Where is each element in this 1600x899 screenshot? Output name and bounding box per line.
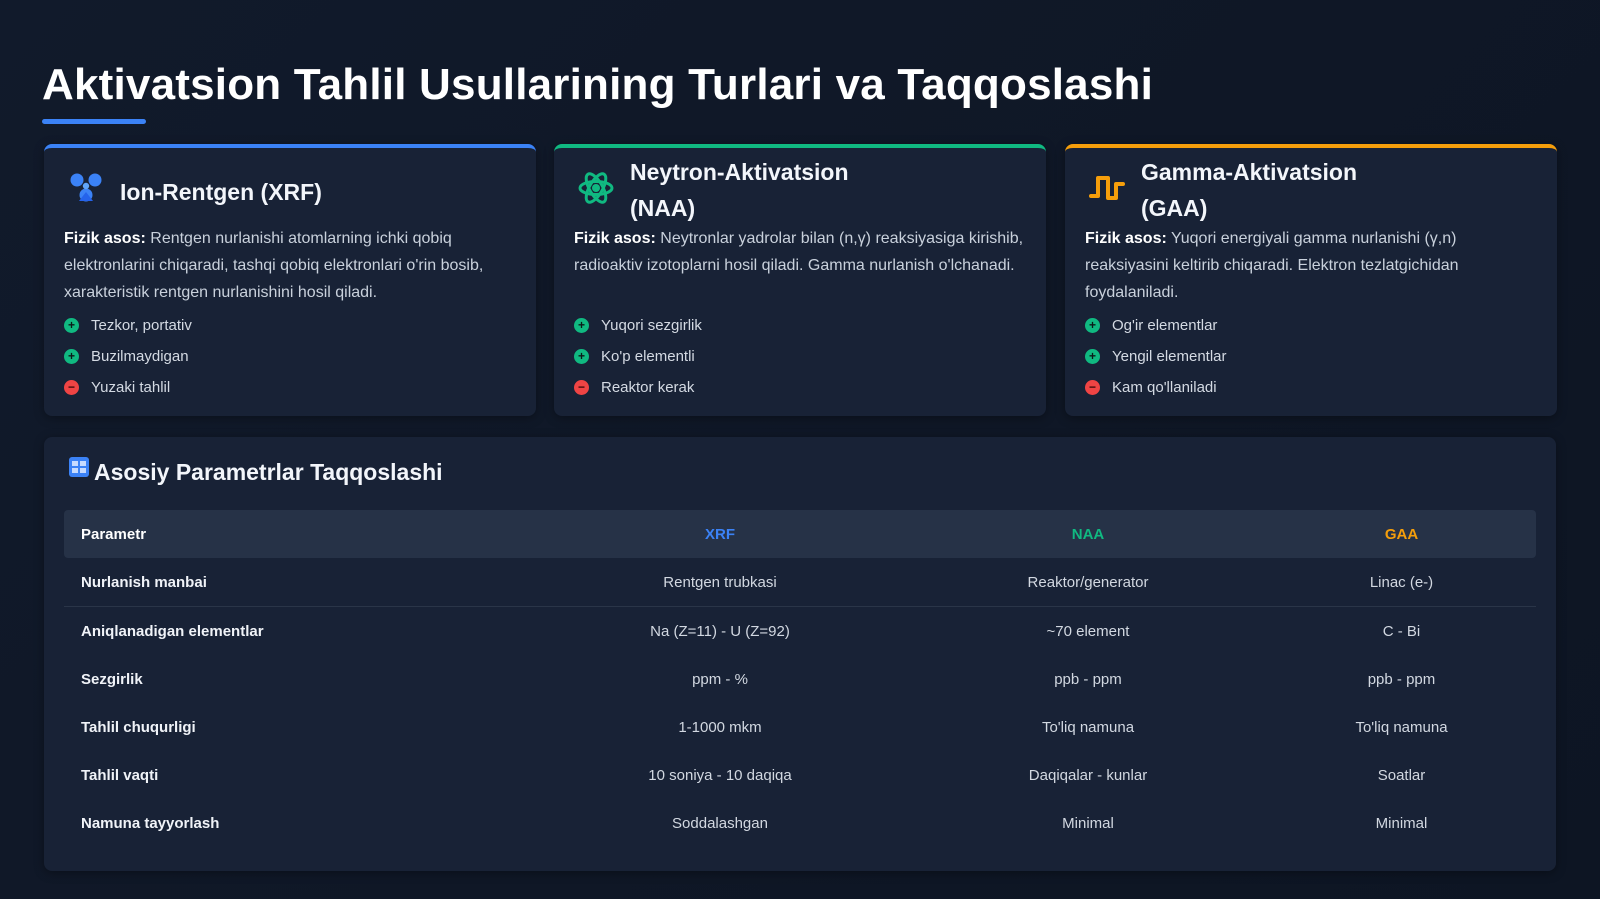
cell-xrf: Na (Z=11) - U (Z=92) [650,622,790,640]
plus-circle-icon: + [574,318,589,333]
feature-text: Yengil elementlar [1112,348,1227,365]
feature-list: + Og'ir elementlar + Yengil elementlar − Ka… [1085,310,1227,403]
cell-gaa: Linac (e-) [1267,558,1536,607]
method-card-naa: Neytron-Aktivatsion (NAA) Fizik asos: Ne… [554,144,1046,416]
feature-item: + Ko'p elementli [574,341,702,372]
cell-naa: Reaktor/generator [909,558,1267,607]
comparison-title: Asosiy Parametrlar Taqqoslashi [94,459,443,485]
card-description: Fizik asos: Neytronlar yadrolar bilan (n… [574,225,1030,279]
feature-text: Tezkor, portativ [91,317,192,334]
table-row: Tahlil chuqurligi 1-1000 mkm To'liq namu… [64,703,1536,751]
header-xrf: XRF [531,510,909,558]
cell-gaa: Minimal [1375,814,1428,832]
feature-list: + Tezkor, portativ + Buzilmaydigan − Yuzaki… [64,310,192,403]
cell-naa: ~70 element [1046,622,1130,640]
cell-gaa: Soatlar [1377,766,1426,784]
cell-xrf: 10 soniya - 10 daqiqa [648,766,792,784]
card-title-line2: (GAA) [1141,195,1208,221]
feature-item: − Yuzaki tahlil [64,372,192,403]
description-label: Fizik asos: [64,230,146,247]
card-description: Fizik asos: Yuqori energiyali gamma nurl… [1085,225,1541,306]
row-label: Aniqlanadigan elementlar [81,622,264,640]
card-title-text: Ion-Rentgen (XRF) [120,179,322,205]
feature-item: + Yengil elementlar [1085,341,1227,372]
table-row: Sezgirlik ppm - % ppb - ppm ppb - ppm [64,655,1536,703]
title-underline [42,119,146,124]
feature-text: Ko'p elementli [601,348,695,365]
cell-naa: ppb - ppm [1054,670,1122,688]
description-label: Fizik asos: [574,230,656,247]
plus-circle-icon: + [574,349,589,364]
cell-xrf: Soddalashgan [672,814,768,832]
feature-text: Buzilmaydigan [91,348,189,365]
feature-item: + Og'ir elementlar [1085,310,1227,341]
description-label: Fizik asos: [1085,230,1167,247]
row-label: Nurlanish manbai [64,558,531,607]
cell-xrf: 1-1000 mkm [678,718,762,736]
row-label: Tahlil chuqurligi [81,718,196,736]
plus-circle-icon: + [64,349,79,364]
header-parametr: Parametr [64,510,531,558]
feature-text: Kam qo'llaniladi [1112,379,1217,396]
table-row: Aniqlanadigan elementlar Na (Z=11) - U (… [64,607,1536,656]
cell-gaa: To'liq namuna [1355,718,1448,736]
cell-naa: To'liq namuna [1041,718,1135,736]
feature-list: + Yuqori sezgirlik + Ko'p elementli − Reakt… [574,310,702,403]
card-title: Ion-Rentgen (XRF) [120,174,420,210]
plus-circle-icon: + [1085,318,1100,333]
table-row: Nurlanish manbai Rentgen trubkasi Reakto… [64,558,1536,607]
feature-text: Yuzaki tahlil [91,379,171,396]
method-card-gaa: Gamma-Aktivatsion (GAA) Fizik asos: Yuqo… [1065,144,1557,416]
feature-item: + Tezkor, portativ [64,310,192,341]
feature-text: Reaktor kerak [601,379,695,396]
card-title: Neytron-Aktivatsion (NAA) [630,154,930,226]
minus-circle-icon: − [1085,380,1100,395]
card-description: Fizik asos: Rentgen nurlanishi atomlarni… [64,225,520,306]
cell-naa: Minimal [1062,814,1114,832]
cell-gaa: C - Bi [1382,622,1421,640]
row-label: Namuna tayyorlash [81,814,220,832]
feature-text: Og'ir elementlar [1112,317,1218,334]
plus-circle-icon: + [1085,349,1100,364]
minus-circle-icon: − [574,380,589,395]
feature-item: − Reaktor kerak [574,372,702,403]
feature-item: + Buzilmaydigan [64,341,192,372]
cell-naa: Daqiqalar - kunlar [1028,766,1148,784]
header-naa: NAA [909,510,1267,558]
radiation-icon [70,173,102,202]
minus-circle-icon: − [64,380,79,395]
table-row: Tahlil vaqti 10 soniya - 10 daqiqa Daqiq… [64,751,1536,799]
wave-icon [1089,176,1125,200]
feature-text: Yuqori sezgirlik [601,317,702,334]
table-row: Namuna tayyorlash Soddalashgan Minimal M… [64,799,1536,847]
cell-xrf: Rentgen trubkasi [531,558,909,607]
plus-circle-icon: + [64,318,79,333]
card-title: Gamma-Aktivatsion (GAA) [1141,154,1441,226]
comparison-panel: Asosiy Parametrlar Taqqoslashi Parametr … [44,437,1556,871]
table-icon [69,457,89,477]
header-gaa: GAA [1267,510,1536,558]
feature-item: − Kam qo'llaniladi [1085,372,1227,403]
atom-icon [578,172,614,204]
method-card-xrf: Ion-Rentgen (XRF) Fizik asos: Rentgen nu… [44,144,536,416]
comparison-table: Parametr XRF NAA GAA Nurlanish manbai Re… [64,510,1536,847]
card-title-line1: Neytron-Aktivatsion [630,159,849,185]
page-title: Aktivatsion Tahlil Usullarining Turlari … [42,60,1154,109]
row-label: Sezgirlik [81,670,143,688]
table-header-row: Parametr XRF NAA GAA [64,510,1536,558]
cell-xrf: ppm - % [692,670,748,688]
row-label: Tahlil vaqti [81,766,159,784]
card-title-line2: (NAA) [630,195,696,221]
cell-gaa: ppb - ppm [1367,670,1436,688]
card-title-line1: Gamma-Aktivatsion [1141,159,1358,185]
feature-item: + Yuqori sezgirlik [574,310,702,341]
